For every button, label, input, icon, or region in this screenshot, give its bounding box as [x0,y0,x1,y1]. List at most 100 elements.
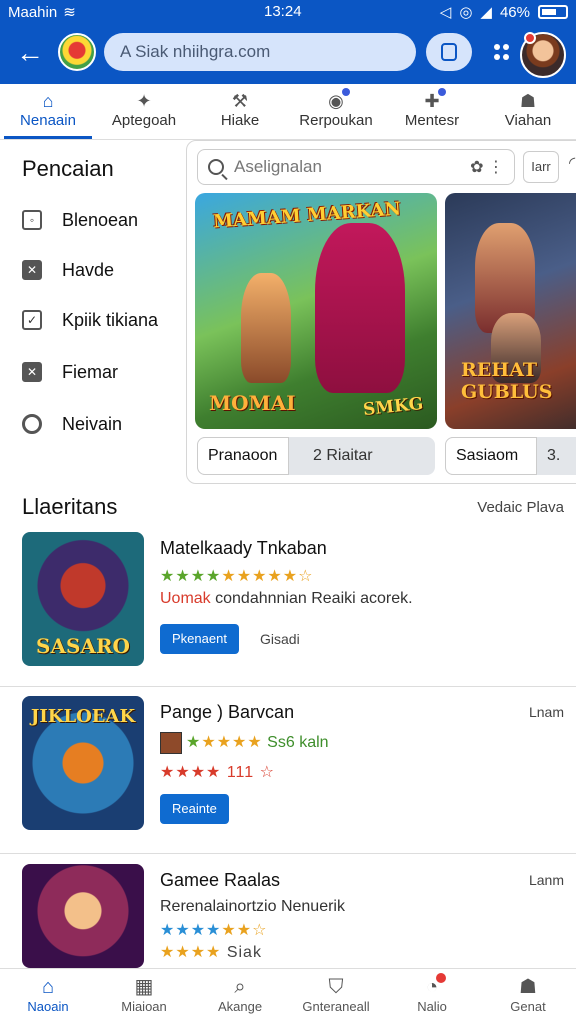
tabs-icon [441,43,457,61]
nav-profile[interactable]: ☗ Genat [480,969,576,1024]
action-secondary[interactable]: 3. [537,447,560,465]
tab-label: Aptegoah [111,112,177,129]
tab-label: Mentesr [404,112,460,129]
secondary-link[interactable]: Gisadi [260,631,300,647]
item-title[interactable]: Gamee Raalas [160,870,280,891]
user-avatar[interactable] [520,32,566,78]
game-thumbnail[interactable]: JIKLOEAK [22,696,144,830]
wifi-icon: ≋ [63,4,76,21]
game-thumbnail[interactable]: SASARO [22,532,144,666]
action-primary[interactable]: Pranaoon [197,437,289,475]
checkbox-checked-icon[interactable]: ✕ [22,260,42,280]
nav-notifications[interactable]: ◔ Nalio [384,969,480,1024]
shield-icon: ⛉ [328,976,344,998]
nav-label: Gnteraneall [302,999,370,1014]
tab-controller[interactable]: ✦ Aptegoah [96,84,192,139]
checkbox-icon[interactable]: ◦ [22,210,42,230]
grid-icon: ▦ [134,976,154,998]
primary-button[interactable]: Reainte [160,794,229,824]
nav-label: Akange [217,999,263,1014]
nav-label: Nalio [417,999,447,1014]
battery-icon [538,5,568,19]
nav-home[interactable]: ⌂ Naoain [0,969,96,1024]
notification-badge [524,32,536,44]
primary-button[interactable]: Pkenaent [160,624,239,654]
game-banner[interactable]: REHAT GUBLUS [445,193,576,429]
filter-item[interactable]: ✓ Kpiik tikiana [22,308,158,332]
url-bar[interactable]: A Siak nhiihgra.com [104,33,416,71]
tab-person[interactable]: ☗ Viahan [480,84,576,139]
filter-item[interactable]: Neivain [22,412,122,436]
action-primary[interactable]: Sasiaom [445,437,537,475]
alarm-icon: ◎ [459,4,473,21]
checkbox-checked-icon[interactable]: ✕ [22,362,42,382]
search-icon [22,414,42,434]
tab-gamepad[interactable]: ◉ Rerpoukan [288,84,384,139]
game-thumbnail[interactable] [22,864,144,968]
banner-logo: SMKG [361,393,424,421]
tab-label: Rerpoukan [299,112,373,129]
item-title[interactable]: Pange ) Barvcan [160,702,294,723]
divider [0,686,576,687]
action-secondary[interactable]: 2 Riaitar [289,447,373,465]
notification-icon: ◔ [425,976,439,998]
tab-dot [437,88,446,96]
filter-title: Pencaian [22,156,114,181]
nav-grid[interactable]: ▦ Miaioan [96,969,192,1024]
tabs-button[interactable] [426,33,472,71]
nav-shield[interactable]: ⛉ Gnteraneall [288,969,384,1024]
apps-button[interactable] [494,44,510,60]
divider [0,853,576,854]
rating-stars: ★★★★ 111 ☆ [160,762,275,782]
url-text: A Siak nhiihgra.com [120,42,271,61]
action-row: Pranaoon 2 Riaitar [197,437,435,475]
notification-badge [435,973,446,983]
tab-hammer[interactable]: ⚒ Hiake [192,84,288,139]
puzzle-icon: ✚ [424,91,440,111]
tab-home[interactable]: ⌂ Nenaain [0,84,96,139]
filter-item[interactable]: ✕ Havde [22,258,114,282]
star-text: ★★★★★☆ [221,568,314,585]
carrier: Maahin ≋ [8,3,76,22]
filter-item[interactable]: ◦ Blenoean [22,208,138,232]
clock: 13:24 [264,3,302,20]
back-button[interactable]: ← [14,38,46,70]
section-title: Llaeritans [22,494,118,519]
item-meta: Lanm [528,872,564,888]
thumb-label: SASARO [36,634,130,658]
app-mini-icon [160,732,182,754]
more-icon[interactable]: ◜ [569,153,575,173]
settings-icon[interactable]: ✿ ⋮ [470,157,504,177]
search-input[interactable]: Aselignalan ✿ ⋮ [197,149,515,185]
list-item[interactable]: SASARO Matelkaady Tnkaban ★★★★★★★★★☆ Uom… [0,532,576,702]
bottom-nav: ⌂ Naoain ▦ Miaioan ⌕ Akange ⛉ Gnteraneal… [0,968,576,1024]
rating-stars: ★★★★★★★★★☆ [160,568,314,585]
thumb-label: JIKLOEAK [30,706,136,727]
status-bar: Maahin ≋ 13:24 ◁ ◎ ◢ 46% [0,0,576,24]
battery-percent: 46% [499,3,530,21]
gamepad-icon: ◉ [328,91,344,111]
list-item[interactable]: JIKLOEAK Pange ) Barvcan Lnam ★★★★★ Ss6 … [0,696,576,866]
checkbox-checked-icon[interactable]: ✓ [22,310,42,330]
rating-stars: ★★★★★★☆ [160,922,268,939]
filter-item[interactable]: ✕ Fiemar [22,360,118,384]
hero-figure [315,223,405,393]
action-row: Sasiaom 3. [445,437,576,475]
search-icon [208,159,224,175]
filter-panel: Pencaian ◦ Blenoean ✕ Havde ✓ Kpiik tiki… [0,140,186,480]
item-title[interactable]: Matelkaady Tnkaban [160,538,327,559]
location-icon: ◁ [439,4,452,21]
tab-label: Viahan [504,112,552,129]
rating-label: Siak [226,944,262,961]
tab-label: Hiake [220,112,260,129]
section-link[interactable]: Vedaic Plava [477,499,564,516]
tab-puzzle[interactable]: ✚ Mentesr [384,84,480,139]
desc-text: condahnnian Reaiki acorek. [210,590,413,607]
star-text: ★★★★ 111 ☆ [160,764,275,781]
site-icon[interactable] [58,33,96,71]
filter-chip[interactable]: Iarr [523,151,559,183]
home-icon: ⌂ [41,976,55,998]
controller-icon: ✦ [136,91,152,111]
nav-search[interactable]: ⌕ Akange [192,969,288,1024]
game-banner[interactable]: MAMAM MARKAN MOMAI SMKG [195,193,437,429]
